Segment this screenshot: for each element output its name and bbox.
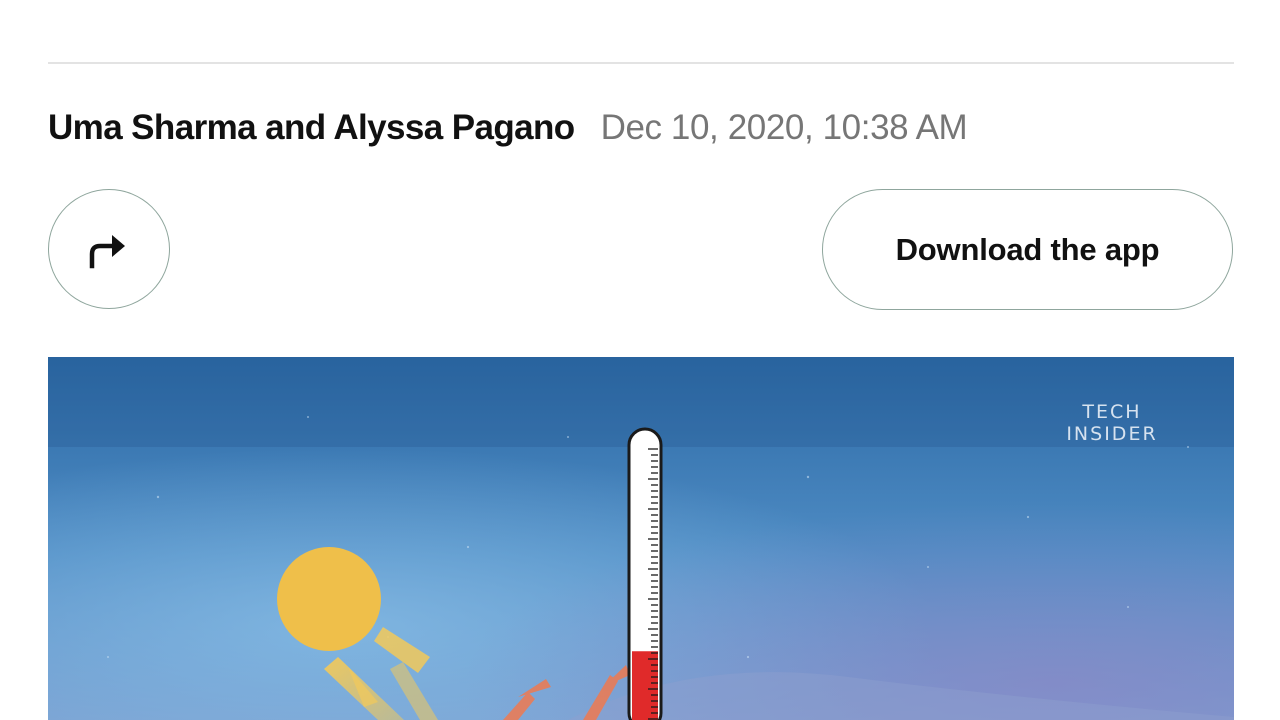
thermometer <box>627 427 663 720</box>
article-byline: Uma Sharma and Alyssa Pagano Dec 10, 202… <box>48 106 968 150</box>
climate-illustration: TECH INSIDER <box>48 357 1234 720</box>
article-timestamp: Dec 10, 2020, 10:38 AM <box>600 108 968 147</box>
header-divider <box>48 62 1234 64</box>
share-button[interactable] <box>48 189 170 309</box>
article-video-frame[interactable]: TECH INSIDER <box>48 357 1234 720</box>
watermark-line2: INSIDER <box>1066 423 1157 445</box>
article-authors[interactable]: Uma Sharma and Alyssa Pagano <box>48 108 575 148</box>
share-arrow-icon <box>89 235 125 269</box>
download-app-button[interactable]: Download the app <box>822 189 1233 310</box>
watermark-line1: TECH <box>1081 401 1141 423</box>
sun-icon <box>277 547 381 651</box>
